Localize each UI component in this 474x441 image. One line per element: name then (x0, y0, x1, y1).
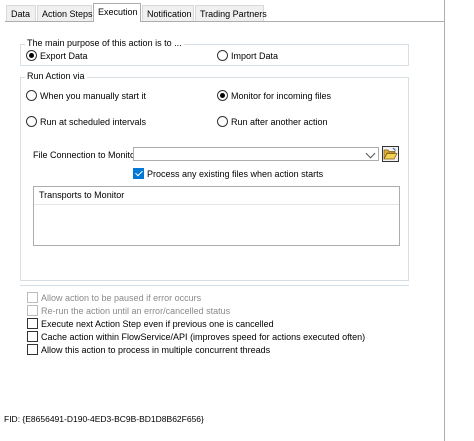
radio-export-data[interactable] (26, 50, 37, 61)
options-separator (20, 285, 409, 286)
concurrent-threads-checkbox[interactable] (27, 344, 38, 355)
radio-import-data[interactable] (217, 50, 228, 61)
folder-open-icon (383, 147, 398, 160)
process-existing-label[interactable]: Process any existing files when action s… (147, 168, 323, 180)
cache-action-label[interactable]: Cache action within FlowService/API (imp… (41, 331, 365, 343)
transports-header[interactable]: Transports to Monitor (34, 187, 399, 205)
radio-after-another-action-label[interactable]: Run after another action (231, 116, 328, 128)
radio-manual-start[interactable] (26, 90, 37, 101)
concurrent-threads-label[interactable]: Allow this action to process in multiple… (41, 344, 270, 356)
execute-next-checkbox[interactable] (27, 318, 38, 329)
radio-import-data-label[interactable]: Import Data (231, 50, 278, 62)
tab-notification[interactable]: Notification (142, 5, 194, 21)
tab-execution[interactable]: Execution (93, 3, 141, 22)
file-connection-dropdown[interactable] (133, 147, 379, 161)
tab-action-steps[interactable]: Action Steps (37, 5, 93, 21)
rerun-checkbox[interactable] (27, 305, 38, 316)
tab-trading-partners[interactable]: Trading Partners (195, 5, 267, 21)
tab-data[interactable]: Data (6, 5, 36, 21)
radio-manual-start-label[interactable]: When you manually start it (40, 90, 146, 102)
panel-border (444, 0, 445, 441)
execute-next-label[interactable]: Execute next Action Step even if previou… (41, 318, 274, 330)
radio-scheduled-intervals[interactable] (26, 116, 37, 127)
radio-scheduled-intervals-label[interactable]: Run at scheduled intervals (40, 116, 146, 128)
radio-monitor-files-label[interactable]: Monitor for incoming files (231, 90, 331, 102)
browse-button[interactable] (382, 146, 399, 162)
rerun-label: Re-run the action until an error/cancell… (41, 306, 231, 316)
allow-pause-label: Allow action to be paused if error occur… (41, 293, 202, 303)
radio-export-data-label[interactable]: Export Data (40, 50, 88, 62)
chevron-down-icon[interactable] (365, 148, 376, 159)
allow-pause-checkbox[interactable] (27, 292, 38, 303)
tab-strip-border (5, 21, 445, 22)
process-existing-checkbox[interactable] (133, 168, 144, 179)
run-via-legend: Run Action via (25, 71, 87, 82)
radio-monitor-files[interactable] (217, 90, 228, 101)
fid-text: FID: {E8656491-D190-4ED3-BC9B-BD1D8B62F6… (4, 414, 204, 424)
file-connection-label: File Connection to Monitor (33, 150, 139, 160)
transports-listbox[interactable]: Transports to Monitor (33, 186, 400, 246)
cache-action-checkbox[interactable] (27, 331, 38, 342)
purpose-legend: The main purpose of this action is to ..… (25, 38, 184, 49)
radio-after-another-action[interactable] (217, 116, 228, 127)
